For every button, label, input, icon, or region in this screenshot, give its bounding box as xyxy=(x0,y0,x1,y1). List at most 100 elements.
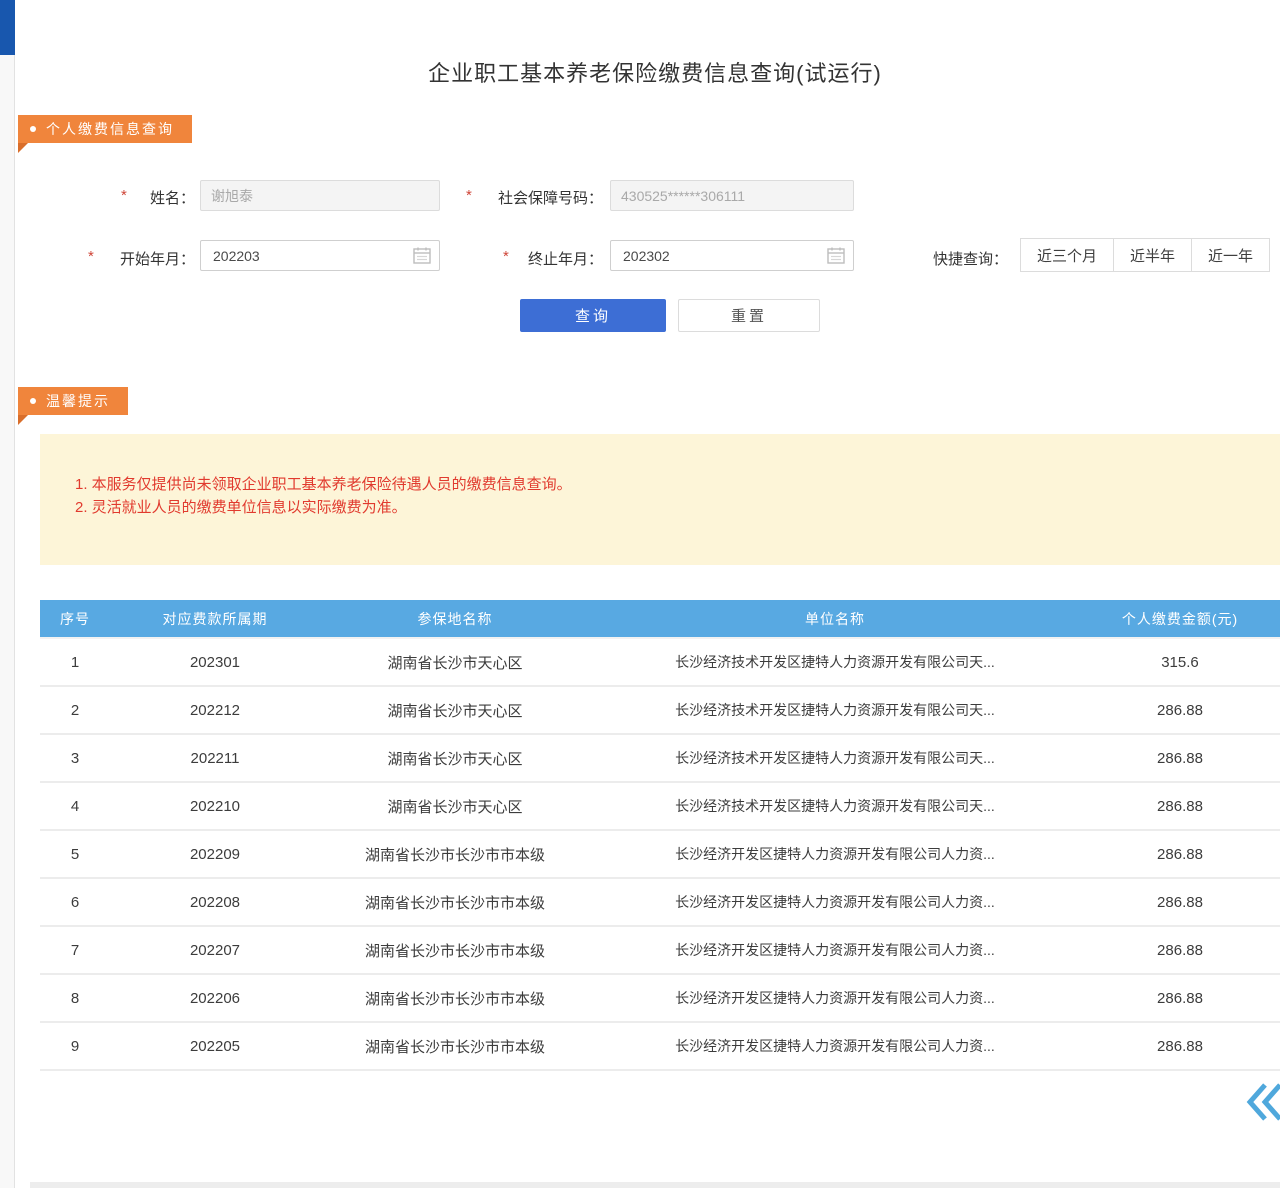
section-badge-query: 个人缴费信息查询 xyxy=(18,115,192,143)
table-header-cell: 单位名称 xyxy=(590,600,1080,638)
end-month-label: 终止年月： xyxy=(513,248,603,269)
calendar-icon[interactable] xyxy=(827,247,845,264)
bullet-icon xyxy=(30,126,36,132)
table-cell: 202211 xyxy=(110,734,320,782)
table-cell: 286.88 xyxy=(1080,974,1280,1022)
ssn-field[interactable] xyxy=(610,180,854,211)
table-cell: 315.6 xyxy=(1080,638,1280,686)
ssn-label: 社会保障号码： xyxy=(478,187,603,208)
table-cell: 长沙经济开发区捷特人力资源开发有限公司人力资... xyxy=(590,878,1080,926)
table-cell: 202212 xyxy=(110,686,320,734)
required-mark: * xyxy=(88,248,94,265)
table-cell: 8 xyxy=(40,974,110,1022)
required-mark: * xyxy=(121,187,127,204)
table-cell: 湖南省长沙市天心区 xyxy=(320,734,590,782)
left-rail xyxy=(0,0,15,1188)
page: 企业职工基本养老保险缴费信息查询(试运行) 个人缴费信息查询 * 姓名： * 社… xyxy=(0,0,1280,1188)
quick-btn-1year[interactable]: 近一年 xyxy=(1191,238,1270,272)
section-badge-tips: 温馨提示 xyxy=(18,387,128,415)
table-cell: 286.88 xyxy=(1080,734,1280,782)
table-cell: 286.88 xyxy=(1080,1022,1280,1070)
table-cell: 长沙经济技术开发区捷特人力资源开发有限公司天... xyxy=(590,734,1080,782)
table-cell: 长沙经济开发区捷特人力资源开发有限公司人力资... xyxy=(590,830,1080,878)
quick-btn-halfyear[interactable]: 近半年 xyxy=(1113,238,1192,272)
table-cell: 202301 xyxy=(110,638,320,686)
table-row: 6202208湖南省长沙市长沙市市本级长沙经济开发区捷特人力资源开发有限公司人力… xyxy=(40,878,1280,926)
table-header-row: 序号对应费款所属期参保地名称单位名称个人缴费金额(元) xyxy=(40,600,1280,638)
table-cell: 202207 xyxy=(110,926,320,974)
table-cell: 3 xyxy=(40,734,110,782)
required-mark: * xyxy=(503,248,509,265)
table-cell: 湖南省长沙市长沙市市本级 xyxy=(320,974,590,1022)
table-cell: 202205 xyxy=(110,1022,320,1070)
results-table-body: 1202301湖南省长沙市天心区长沙经济技术开发区捷特人力资源开发有限公司天..… xyxy=(40,638,1280,1070)
table-cell: 7 xyxy=(40,926,110,974)
notice-box: 1. 本服务仅提供尚未领取企业职工基本养老保险待遇人员的缴费信息查询。 2. 灵… xyxy=(40,434,1280,565)
bullet-icon xyxy=(30,398,36,404)
collapse-double-chevron-icon[interactable] xyxy=(1246,1082,1280,1122)
table-cell: 1 xyxy=(40,638,110,686)
table-cell: 286.88 xyxy=(1080,686,1280,734)
ribbon-fold xyxy=(18,143,28,153)
table-cell: 2 xyxy=(40,686,110,734)
table-row: 7202207湖南省长沙市长沙市市本级长沙经济开发区捷特人力资源开发有限公司人力… xyxy=(40,926,1280,974)
table-cell: 286.88 xyxy=(1080,878,1280,926)
table-cell: 长沙经济开发区捷特人力资源开发有限公司人力资... xyxy=(590,926,1080,974)
section-badge-tips-label: 温馨提示 xyxy=(46,391,110,411)
table-row: 2202212湖南省长沙市天心区长沙经济技术开发区捷特人力资源开发有限公司天..… xyxy=(40,686,1280,734)
required-mark: * xyxy=(466,187,472,204)
table-header-cell: 个人缴费金额(元) xyxy=(1080,600,1280,638)
table-row: 3202211湖南省长沙市天心区长沙经济技术开发区捷特人力资源开发有限公司天..… xyxy=(40,734,1280,782)
name-label: 姓名： xyxy=(131,187,195,208)
end-month-picker xyxy=(610,240,854,271)
reset-button[interactable]: 重置 xyxy=(678,299,820,332)
calendar-icon[interactable] xyxy=(413,247,431,264)
table-cell: 湖南省长沙市天心区 xyxy=(320,782,590,830)
table-cell: 202210 xyxy=(110,782,320,830)
table-cell: 202206 xyxy=(110,974,320,1022)
footer-strip xyxy=(30,1182,1280,1188)
query-button[interactable]: 查询 xyxy=(520,299,666,332)
table-cell: 长沙经济技术开发区捷特人力资源开发有限公司天... xyxy=(590,686,1080,734)
table-cell: 5 xyxy=(40,830,110,878)
table-cell: 286.88 xyxy=(1080,830,1280,878)
page-title: 企业职工基本养老保险缴费信息查询(试运行) xyxy=(30,56,1280,88)
start-month-label: 开始年月： xyxy=(98,248,195,269)
table-row: 4202210湖南省长沙市天心区长沙经济技术开发区捷特人力资源开发有限公司天..… xyxy=(40,782,1280,830)
end-month-input[interactable] xyxy=(610,240,854,271)
name-field[interactable] xyxy=(200,180,440,211)
table-cell: 长沙经济开发区捷特人力资源开发有限公司人力资... xyxy=(590,1022,1080,1070)
table-header-cell: 序号 xyxy=(40,600,110,638)
section-badge-query-label: 个人缴费信息查询 xyxy=(46,119,174,139)
table-cell: 湖南省长沙市天心区 xyxy=(320,638,590,686)
results-table: 序号对应费款所属期参保地名称单位名称个人缴费金额(元) 1202301湖南省长沙… xyxy=(40,600,1280,1071)
start-month-input[interactable] xyxy=(200,240,440,271)
table-cell: 长沙经济技术开发区捷特人力资源开发有限公司天... xyxy=(590,638,1080,686)
table-row: 8202206湖南省长沙市长沙市市本级长沙经济开发区捷特人力资源开发有限公司人力… xyxy=(40,974,1280,1022)
table-row: 9202205湖南省长沙市长沙市市本级长沙经济开发区捷特人力资源开发有限公司人力… xyxy=(40,1022,1280,1070)
table-cell: 6 xyxy=(40,878,110,926)
table-cell: 湖南省长沙市长沙市市本级 xyxy=(320,926,590,974)
table-cell: 湖南省长沙市长沙市市本级 xyxy=(320,1022,590,1070)
table-cell: 4 xyxy=(40,782,110,830)
quick-btn-3months[interactable]: 近三个月 xyxy=(1020,238,1114,272)
ribbon-fold xyxy=(18,415,28,425)
table-cell: 9 xyxy=(40,1022,110,1070)
quick-query-group: 近三个月 近半年 近一年 xyxy=(1020,238,1270,272)
table-row: 1202301湖南省长沙市天心区长沙经济技术开发区捷特人力资源开发有限公司天..… xyxy=(40,638,1280,686)
table-cell: 湖南省长沙市长沙市市本级 xyxy=(320,878,590,926)
table-cell: 286.88 xyxy=(1080,926,1280,974)
notice-line-2: 2. 灵活就业人员的缴费单位信息以实际缴费为准。 xyxy=(75,496,1250,519)
table-cell: 202208 xyxy=(110,878,320,926)
corner-accent-block xyxy=(0,0,15,55)
table-cell: 湖南省长沙市长沙市市本级 xyxy=(320,830,590,878)
table-cell: 286.88 xyxy=(1080,782,1280,830)
quick-query-label: 快捷查询： xyxy=(933,248,1008,269)
table-header-cell: 对应费款所属期 xyxy=(110,600,320,638)
table-cell: 长沙经济技术开发区捷特人力资源开发有限公司天... xyxy=(590,782,1080,830)
start-month-picker xyxy=(200,240,440,271)
table-cell: 长沙经济开发区捷特人力资源开发有限公司人力资... xyxy=(590,974,1080,1022)
table-header-cell: 参保地名称 xyxy=(320,600,590,638)
table-cell: 湖南省长沙市天心区 xyxy=(320,686,590,734)
table-cell: 202209 xyxy=(110,830,320,878)
